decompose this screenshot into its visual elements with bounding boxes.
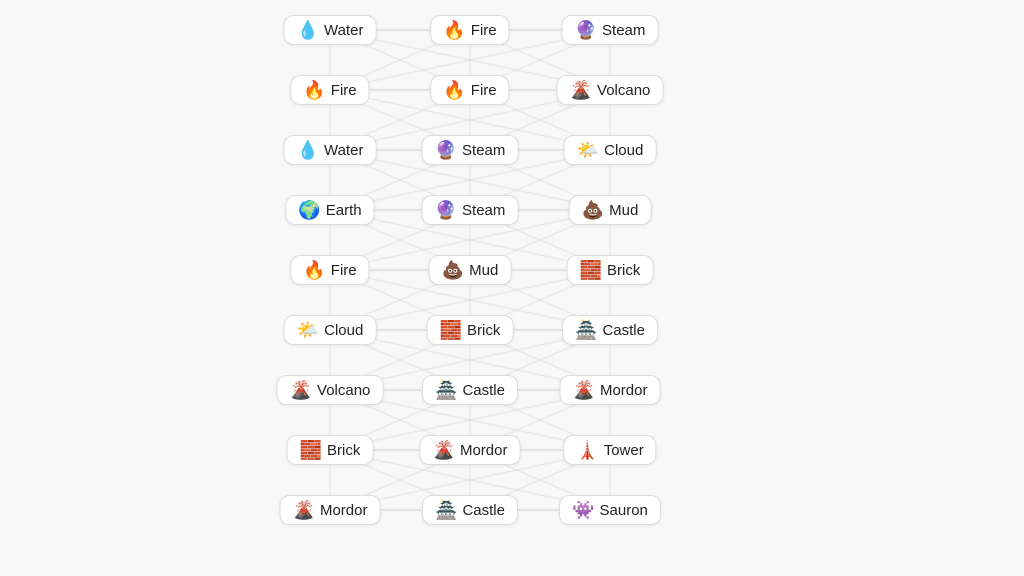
fire-icon: 🔥 [303, 81, 325, 99]
node-castle-r8c1[interactable]: 🏯 Castle [422, 495, 518, 525]
water-icon: 💧 [297, 21, 319, 39]
node-label: Fire [471, 82, 497, 99]
node-label: Water [324, 22, 363, 39]
node-label: Fire [471, 22, 497, 39]
node-earth-r3c0[interactable]: 🌍 Earth [285, 195, 374, 225]
node-water-r0c0[interactable]: 💧 Water [284, 15, 377, 45]
node-label: Volcano [317, 382, 370, 399]
mordor-icon: 🌋 [293, 501, 315, 519]
node-castle-r6c1[interactable]: 🏯 Castle [422, 375, 518, 405]
cloud-icon: 🌤️ [577, 141, 599, 159]
brick-icon: 🧱 [440, 321, 462, 339]
node-mordor-r7c1[interactable]: 🌋 Mordor [420, 435, 521, 465]
mordor-icon: 🌋 [433, 441, 455, 459]
node-label: Earth [326, 202, 362, 219]
node-label: Fire [331, 82, 357, 99]
node-water-r2c0[interactable]: 💧 Water [284, 135, 377, 165]
node-label: Steam [462, 202, 505, 219]
node-label: Tower [604, 442, 644, 459]
node-fire-r0c1[interactable]: 🔥 Fire [430, 15, 509, 45]
tower-icon: 🗼 [576, 441, 598, 459]
steam-icon: 🔮 [435, 201, 457, 219]
node-label: Water [324, 142, 363, 159]
node-fire-r1c0[interactable]: 🔥 Fire [290, 75, 369, 105]
node-label: Fire [331, 262, 357, 279]
mud-icon: 💩 [582, 201, 604, 219]
node-label: Volcano [597, 82, 650, 99]
water-icon: 💧 [297, 141, 319, 159]
node-label: Sauron [600, 502, 648, 519]
steam-icon: 🔮 [575, 21, 597, 39]
node-fire-r4c0[interactable]: 🔥 Fire [290, 255, 369, 285]
nodes-container: 💧 Water 🔥 Fire 🔮 Steam 🔥 Fire 🔥 Fire 🌋 Volcano 💧 Wate… [0, 0, 1024, 576]
volcano-icon: 🌋 [290, 381, 312, 399]
node-mud-r3c2[interactable]: 💩 Mud [569, 195, 652, 225]
cloud-icon: 🌤️ [297, 321, 319, 339]
fire-icon: 🔥 [443, 81, 465, 99]
node-label: Brick [607, 262, 640, 279]
node-castle-r5c2[interactable]: 🏯 Castle [562, 315, 658, 345]
node-label: Mud [609, 202, 638, 219]
node-fire-r1c1[interactable]: 🔥 Fire [430, 75, 509, 105]
fire-icon: 🔥 [303, 261, 325, 279]
node-steam-r0c2[interactable]: 🔮 Steam [562, 15, 659, 45]
node-steam-r3c1[interactable]: 🔮 Steam [422, 195, 519, 225]
steam-icon: 🔮 [435, 141, 457, 159]
node-steam-r2c1[interactable]: 🔮 Steam [422, 135, 519, 165]
node-label: Steam [602, 22, 645, 39]
node-cloud-r5c0[interactable]: 🌤️ Cloud [284, 315, 377, 345]
node-volcano-r1c2[interactable]: 🌋 Volcano [557, 75, 664, 105]
brick-icon: 🧱 [300, 441, 322, 459]
node-brick-r4c2[interactable]: 🧱 Brick [567, 255, 654, 285]
brick-icon: 🧱 [580, 261, 602, 279]
node-label: Cloud [604, 142, 643, 159]
castle-icon: 🏯 [435, 501, 457, 519]
node-label: Mordor [460, 442, 508, 459]
castle-icon: 🏯 [575, 321, 597, 339]
node-label: Mordor [600, 382, 648, 399]
node-sauron-r8c2[interactable]: 👾 Sauron [559, 495, 661, 525]
node-label: Mordor [320, 502, 368, 519]
node-mordor-r8c0[interactable]: 🌋 Mordor [280, 495, 381, 525]
earth-icon: 🌍 [298, 201, 320, 219]
mud-icon: 💩 [442, 261, 464, 279]
node-label: Castle [462, 382, 505, 399]
node-label: Brick [467, 322, 500, 339]
node-label: Cloud [324, 322, 363, 339]
sauron-icon: 👾 [572, 501, 594, 519]
node-brick-r7c0[interactable]: 🧱 Brick [287, 435, 374, 465]
node-mordor-r6c2[interactable]: 🌋 Mordor [560, 375, 661, 405]
node-label: Castle [462, 502, 505, 519]
castle-icon: 🏯 [435, 381, 457, 399]
node-volcano-r6c0[interactable]: 🌋 Volcano [277, 375, 384, 405]
node-label: Castle [602, 322, 645, 339]
node-mud-r4c1[interactable]: 💩 Mud [429, 255, 512, 285]
node-label: Brick [327, 442, 360, 459]
node-label: Steam [462, 142, 505, 159]
node-label: Mud [469, 262, 498, 279]
volcano-icon: 🌋 [570, 81, 592, 99]
node-cloud-r2c2[interactable]: 🌤️ Cloud [564, 135, 657, 165]
node-tower-r7c2[interactable]: 🗼 Tower [563, 435, 656, 465]
fire-icon: 🔥 [443, 21, 465, 39]
mordor-icon: 🌋 [573, 381, 595, 399]
node-brick-r5c1[interactable]: 🧱 Brick [427, 315, 514, 345]
